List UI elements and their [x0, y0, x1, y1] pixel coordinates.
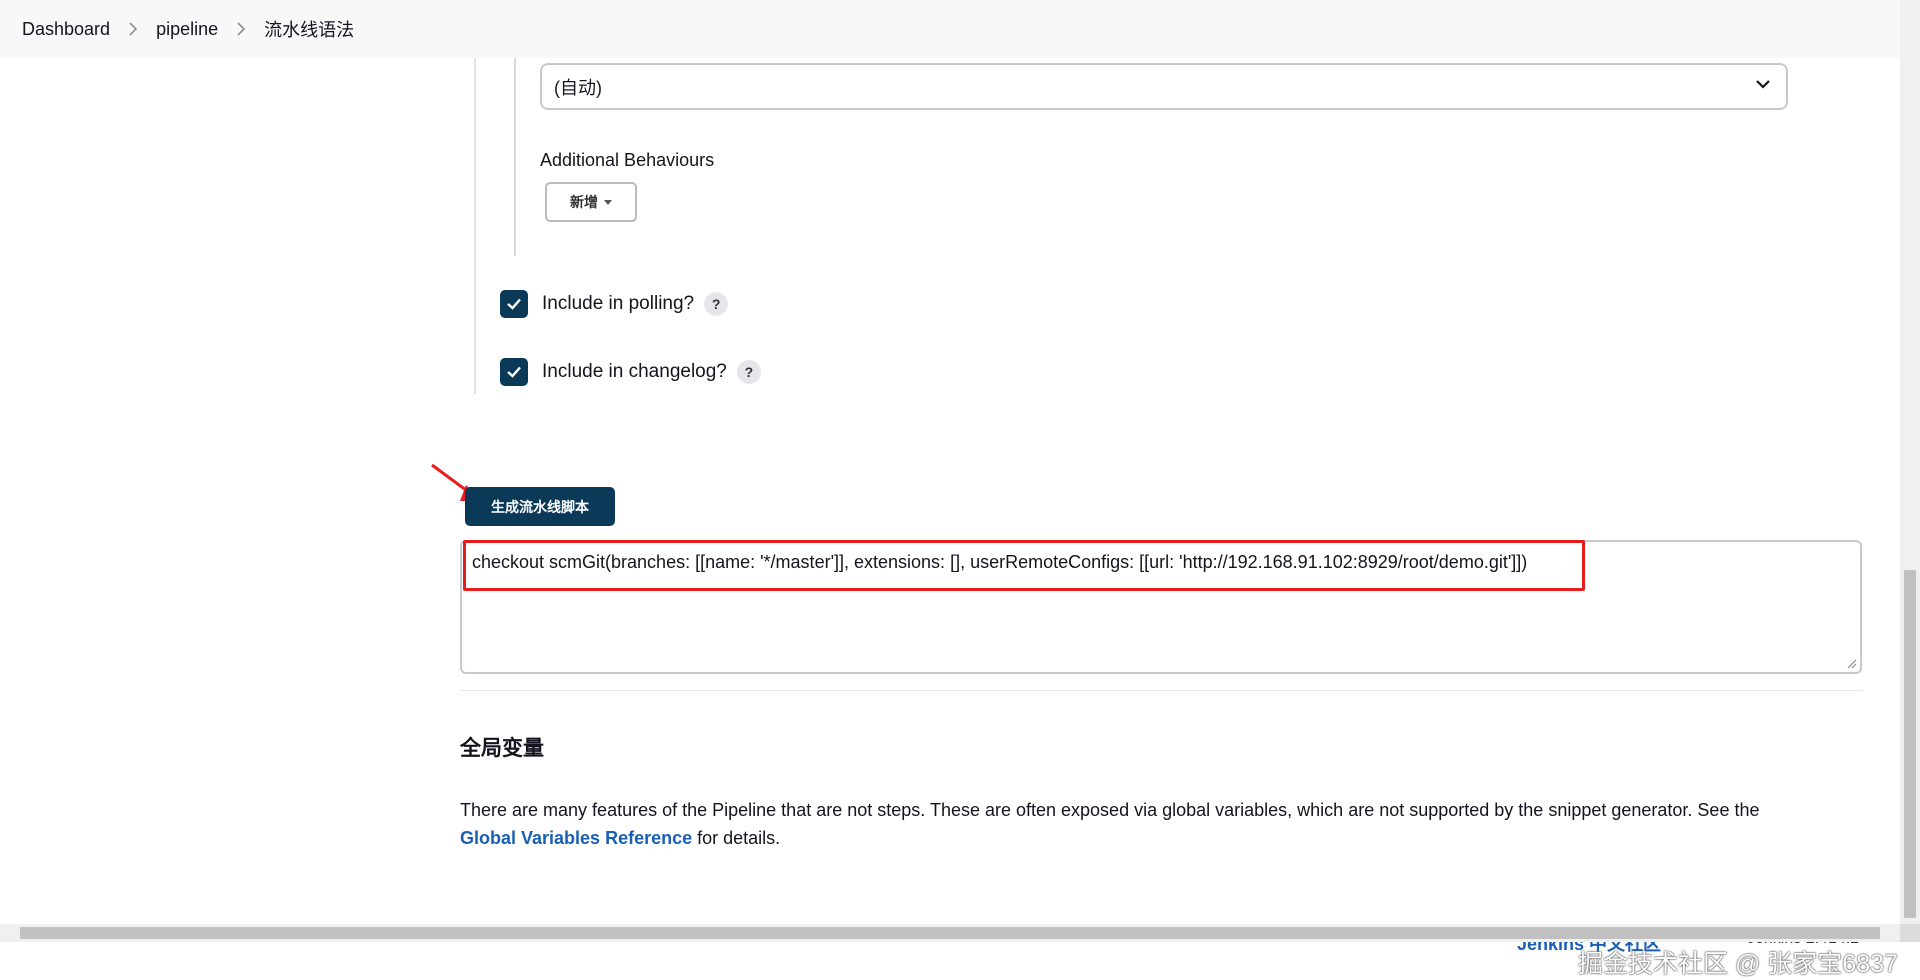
help-icon[interactable]: ? [736, 360, 761, 384]
vertical-scrollbar[interactable] [1900, 0, 1920, 924]
global-variables-text: There are many features of the Pipeline … [460, 800, 1760, 820]
select-value: (自动) [554, 77, 602, 98]
add-behaviour-button[interactable]: 新增 [545, 182, 637, 222]
snippet-output-code: checkout scmGit(branches: [[name: '*/mas… [472, 552, 1528, 572]
global-variables-description: There are many features of the Pipeline … [460, 796, 1860, 852]
generate-pipeline-script-button[interactable]: 生成流水线脚本 [465, 487, 615, 526]
chevron-down-icon [1754, 75, 1772, 98]
breadcrumb-dashboard[interactable]: Dashboard [22, 19, 110, 40]
chevron-right-icon [235, 21, 247, 37]
horizontal-scrollbar[interactable] [0, 924, 1900, 942]
global-variables-suffix: for details. [692, 828, 781, 848]
help-icon[interactable]: ? [704, 292, 729, 316]
chevron-right-icon [127, 21, 139, 37]
include-polling-row: Include in polling? ? [500, 290, 729, 318]
snippet-output-textarea[interactable]: checkout scmGit(branches: [[name: '*/mas… [460, 540, 1862, 674]
checkmark-icon [507, 366, 521, 378]
global-variables-title: 全局变量 [460, 737, 544, 760]
include-changelog-row: Include in changelog? ? [500, 358, 761, 386]
include-polling-label: Include in polling? [542, 293, 695, 314]
checkmark-icon [507, 298, 521, 310]
additional-behaviours-label: Additional Behaviours [540, 150, 715, 170]
breadcrumb: Dashboard pipeline 流水线语法 [0, 0, 1900, 58]
vertical-scroll-thumb[interactable] [1904, 570, 1916, 918]
browser-select[interactable]: (自动) [540, 63, 1788, 110]
section-divider [460, 690, 1862, 691]
caret-down-icon [604, 199, 612, 205]
global-variables-reference-link[interactable]: Global Variables Reference [460, 828, 692, 848]
breadcrumb-pipeline-syntax[interactable]: 流水线语法 [264, 16, 354, 42]
breadcrumb-pipeline[interactable]: pipeline [156, 19, 218, 40]
scrollbar-corner [1900, 924, 1920, 942]
include-changelog-checkbox[interactable] [500, 358, 528, 386]
nested-indent-rule [514, 58, 516, 256]
watermark-brand: 掘金技术社区 @ 张家宝6837 [1578, 950, 1898, 978]
include-polling-checkbox[interactable] [500, 290, 528, 318]
horizontal-scroll-thumb[interactable] [20, 927, 1880, 939]
section-indent-rule [474, 58, 476, 394]
resize-grip-icon[interactable] [1847, 659, 1857, 669]
include-changelog-label: Include in changelog? [542, 361, 727, 382]
add-button-label: 新增 [570, 194, 598, 210]
main-content: (自动) Additional Behaviours 新增 Include in… [0, 58, 1900, 978]
